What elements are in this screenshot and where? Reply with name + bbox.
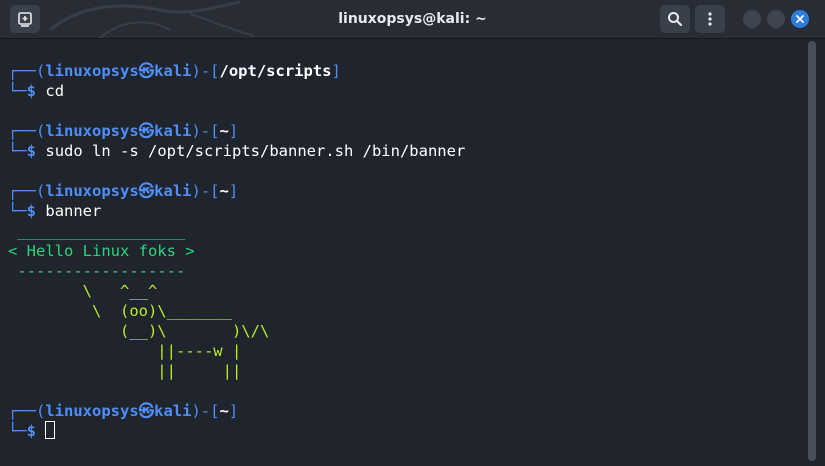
cow-line: (__)\ )\/\ <box>8 322 270 340</box>
banner-box-text: < Hello Linux foks > <box>8 242 195 260</box>
text-cursor <box>45 421 56 439</box>
search-button[interactable] <box>660 5 690 33</box>
maximize-button[interactable] <box>767 10 785 28</box>
banner-box-bottom: ------------------ <box>8 262 186 280</box>
cow-line: \ ^__^ <box>8 282 158 300</box>
title-bar[interactable]: linuxopsys@kali: ~ <box>0 0 825 39</box>
banner-box-top: __________________ <box>8 222 186 240</box>
kebab-menu-icon <box>708 12 712 26</box>
terminal-output[interactable]: ┌──(linuxopsys㉿kali)-[/opt/scripts] └─$ … <box>0 39 806 466</box>
prompt-header: ┌──(linuxopsys㉿kali)-[/opt/scripts] <box>8 62 341 80</box>
prompt-header: ┌──(linuxopsys㉿kali)-[~] <box>8 402 239 420</box>
kali-dragon-watermark-icon <box>49 0 256 38</box>
prompt-header: ┌──(linuxopsys㉿kali)-[~] <box>8 122 239 140</box>
new-tab-icon <box>18 12 32 27</box>
close-button[interactable] <box>791 10 809 28</box>
cow-line: ||----w | <box>8 342 242 360</box>
vertical-scrollbar[interactable] <box>808 41 816 461</box>
prompt-header: ┌──(linuxopsys㉿kali)-[~] <box>8 182 239 200</box>
prompt-command-line: └─$ cd <box>8 82 65 100</box>
new-tab-button[interactable] <box>10 5 40 33</box>
minimize-button[interactable] <box>743 10 761 28</box>
menu-button[interactable] <box>695 5 725 33</box>
cow-line: \ (oo)\_______ <box>8 302 232 320</box>
cow-line: || || <box>8 362 242 380</box>
close-icon <box>796 15 804 23</box>
search-icon <box>668 12 683 27</box>
terminal-window: linuxopsys@kali: ~ ┌──(linuxopsys㉿kali)-… <box>0 0 825 466</box>
prompt-command-line[interactable]: └─$ <box>8 421 56 441</box>
prompt-command-line: └─$ sudo ln -s /opt/scripts/banner.sh /b… <box>8 142 466 160</box>
prompt-command-line: └─$ banner <box>8 202 102 220</box>
